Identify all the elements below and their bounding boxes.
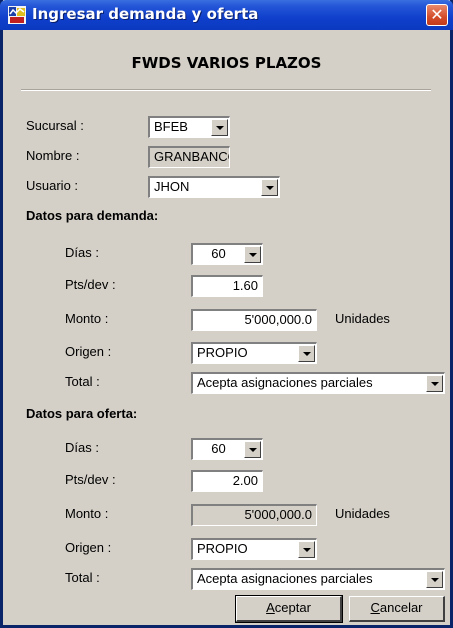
oferta-pts-value: 2.00 [232, 473, 258, 488]
aceptar-label: ceptar [274, 600, 311, 615]
demanda-section-title: Datos para demanda: [26, 208, 159, 223]
oferta-origen-select[interactable]: PROPIO [191, 538, 317, 560]
cancelar-label: ancelar [379, 600, 423, 615]
app-icon [8, 6, 26, 24]
aceptar-mnemonic: A [266, 600, 275, 615]
demanda-origen-select[interactable]: PROPIO [191, 342, 317, 364]
demanda-total-select[interactable]: Acepta asignaciones parciales [191, 372, 445, 394]
oferta-monto-field: 5'000,000.0 [191, 504, 317, 526]
demanda-total-label: Total : [65, 374, 100, 389]
oferta-dias-value: 60 [211, 441, 226, 456]
chevron-down-icon[interactable] [298, 541, 315, 558]
window-title: Ingresar demanda y oferta [32, 5, 259, 23]
demanda-dias-select[interactable]: 60 [191, 243, 263, 265]
demanda-total-value: Acepta asignaciones parciales [197, 375, 373, 390]
cancelar-mnemonic: C [370, 600, 380, 615]
title-bar[interactable]: Ingresar demanda y oferta ✕ [0, 0, 453, 30]
page-title: FWDS VARIOS PLAZOS [131, 54, 322, 72]
chevron-down-icon[interactable] [426, 571, 443, 588]
chevron-down-icon[interactable] [261, 179, 278, 196]
close-icon[interactable]: ✕ [426, 4, 448, 26]
sucursal-value: BFEB [154, 119, 188, 134]
oferta-total-label: Total : [65, 570, 100, 585]
dialog-window: Ingresar demanda y oferta ✕ FWDS VARIOS … [0, 0, 453, 628]
nombre-label: Nombre : [26, 148, 80, 163]
sucursal-label: Sucursal : [26, 118, 84, 133]
usuario-label: Usuario : [26, 178, 79, 193]
sucursal-select[interactable]: BFEB [148, 116, 230, 138]
oferta-monto-label: Monto : [65, 506, 109, 521]
demanda-origen-value: PROPIO [197, 345, 248, 360]
demanda-pts-label: Pts/dev : [65, 277, 116, 292]
oferta-origen-value: PROPIO [197, 541, 248, 556]
oferta-pts-label: Pts/dev : [65, 472, 116, 487]
oferta-origen-label: Origen : [65, 540, 112, 555]
cancelar-button[interactable]: Cancelar [349, 596, 445, 622]
aceptar-button[interactable]: Aceptar [235, 595, 343, 623]
oferta-pts-input[interactable]: 2.00 [191, 470, 263, 492]
oferta-monto-units: Unidades [335, 506, 390, 521]
chevron-down-icon[interactable] [211, 119, 228, 136]
oferta-dias-select[interactable]: 60 [191, 438, 263, 460]
demanda-monto-input[interactable]: 5'000,000.0 [191, 309, 317, 331]
demanda-dias-value: 60 [211, 246, 226, 261]
oferta-monto-value: 5'000,000.0 [244, 507, 312, 522]
demanda-monto-units: Unidades [335, 311, 390, 326]
chevron-down-icon[interactable] [426, 375, 443, 392]
oferta-total-select[interactable]: Acepta asignaciones parciales [191, 568, 445, 590]
chevron-down-icon[interactable] [298, 345, 315, 362]
usuario-select[interactable]: JHON [148, 176, 280, 198]
demanda-pts-value: 1.60 [232, 278, 258, 293]
demanda-dias-label: Días : [65, 245, 99, 260]
demanda-monto-value: 5'000,000.0 [244, 312, 312, 327]
header-separator [21, 89, 431, 91]
usuario-value: JHON [154, 179, 190, 194]
demanda-origen-label: Origen : [65, 344, 112, 359]
oferta-total-value: Acepta asignaciones parciales [197, 571, 373, 586]
chevron-down-icon[interactable] [244, 246, 261, 263]
oferta-dias-label: Días : [65, 440, 99, 455]
demanda-pts-input[interactable]: 1.60 [191, 275, 263, 297]
nombre-value: GRANBANCO [154, 149, 230, 164]
demanda-monto-label: Monto : [65, 311, 109, 326]
oferta-section-title: Datos para oferta: [26, 406, 138, 421]
nombre-field: GRANBANCO [148, 146, 230, 168]
chevron-down-icon[interactable] [244, 441, 261, 458]
